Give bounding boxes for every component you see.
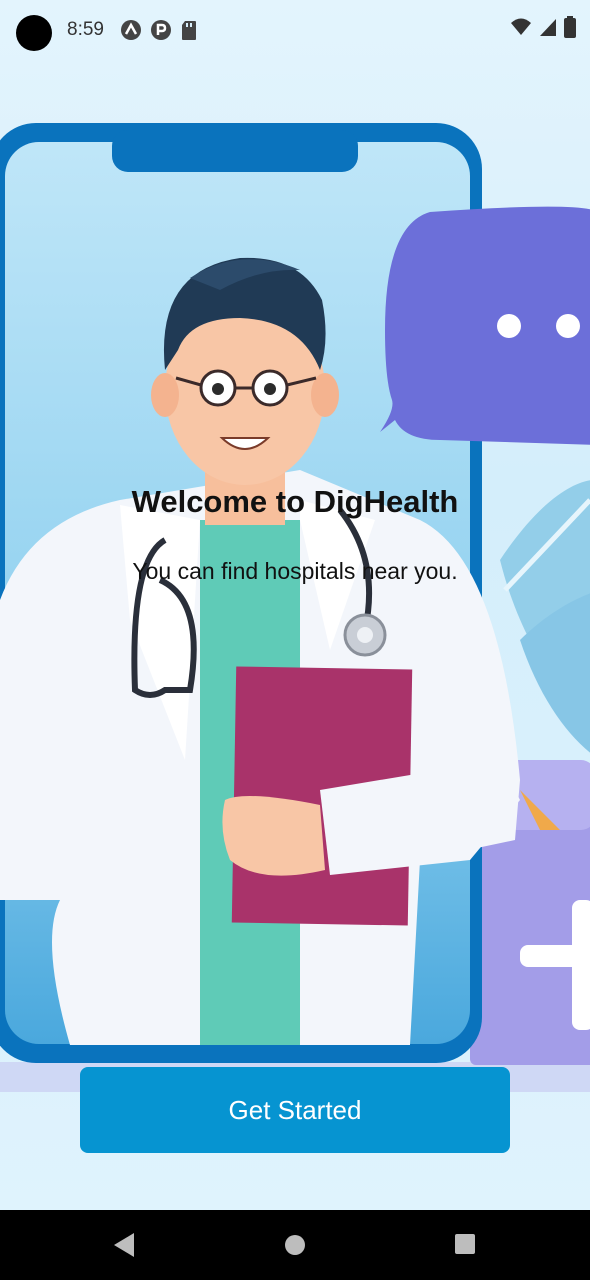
- home-icon[interactable]: [284, 1234, 306, 1256]
- speech-bubble-icon: [380, 206, 590, 445]
- status-time: 8:59: [67, 19, 104, 40]
- welcome-screen: 8:59 Welcome to DigHealth You can find h…: [0, 0, 590, 1210]
- navigation-bar: [0, 1210, 590, 1280]
- status-bar: 8:59: [0, 0, 590, 60]
- get-started-button[interactable]: Get Started: [80, 1067, 510, 1153]
- welcome-title: Welcome to DigHealth: [131, 484, 459, 519]
- recents-icon[interactable]: [455, 1234, 475, 1254]
- doctor-illustration: [0, 123, 590, 1092]
- battery-icon: [564, 16, 576, 38]
- signal-icon: [540, 19, 556, 36]
- notification-a-icon: [120, 20, 141, 40]
- sd-card-icon: [181, 21, 196, 40]
- back-icon[interactable]: [112, 1231, 136, 1259]
- notification-p-icon: [150, 20, 171, 40]
- welcome-subtitle: You can find hospitals near you.: [132, 558, 458, 584]
- camera-cutout: [16, 15, 52, 51]
- phone-notch: [112, 130, 358, 172]
- wifi-icon: [511, 18, 531, 35]
- plant-leaves: [500, 480, 590, 753]
- system-icons: [510, 16, 576, 38]
- notification-icons: [120, 19, 198, 41]
